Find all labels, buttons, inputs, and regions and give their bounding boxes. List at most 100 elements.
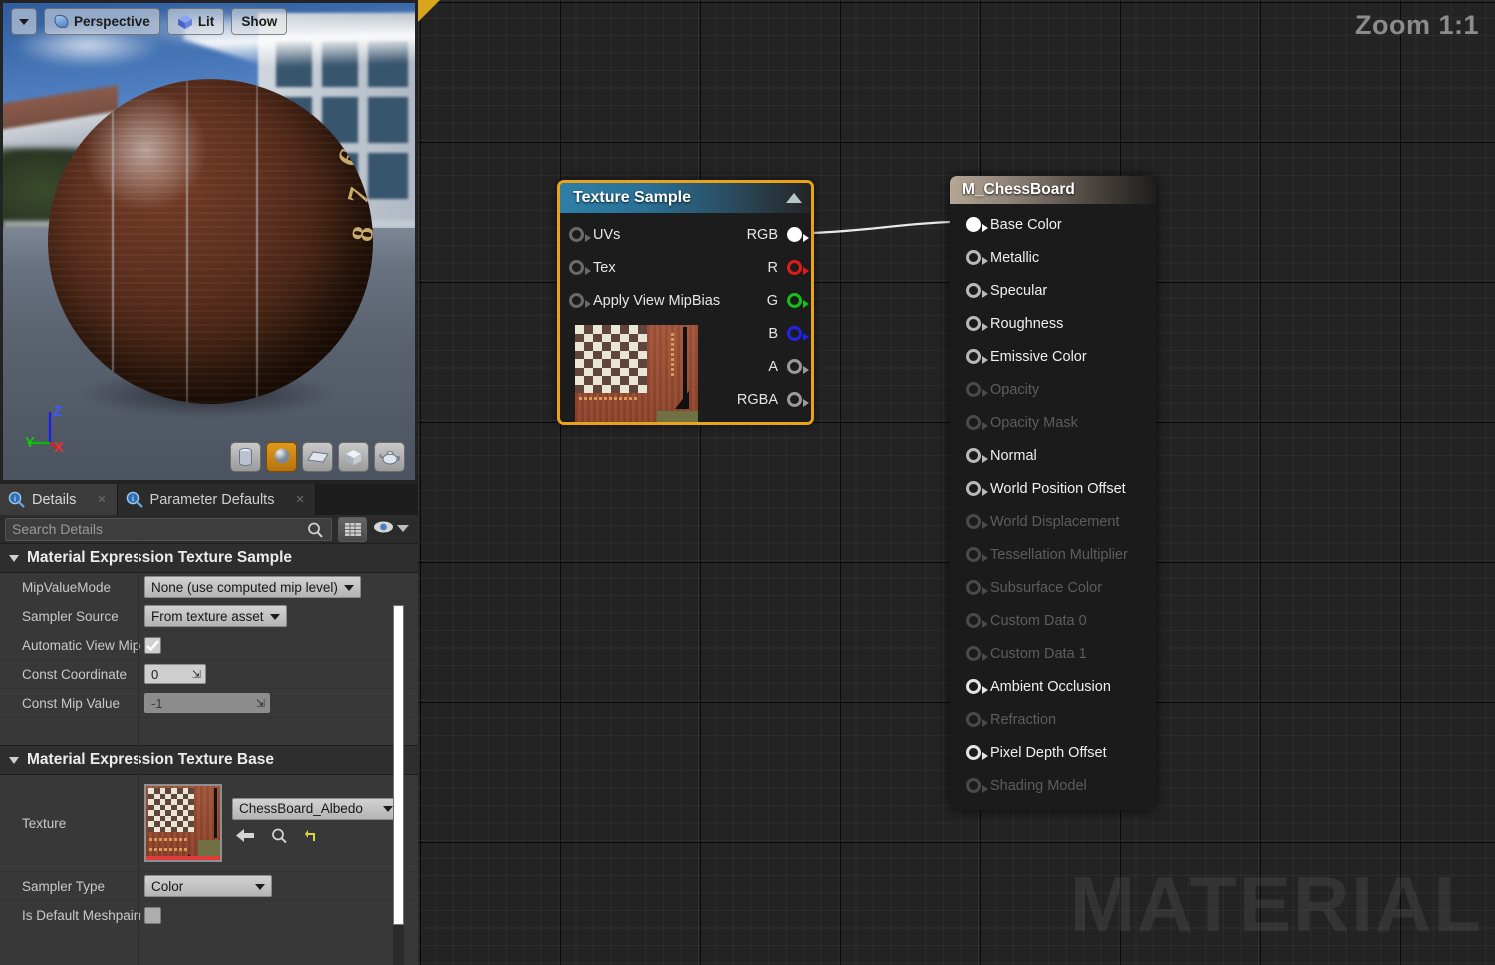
property-row-is-default-meshpaint[interactable]: Is Default Meshpaint (0, 901, 418, 930)
mat-row-metallic[interactable]: Metallic (950, 241, 1156, 274)
mat-label-metallic: Metallic (990, 249, 1040, 266)
property-row-sampler-source[interactable]: Sampler Source From texture asset (0, 602, 418, 631)
eye-icon[interactable] (373, 520, 394, 539)
is-default-meshpaint-checkbox[interactable] (144, 906, 161, 924)
mipvaluemode-dropdown[interactable]: None (use computed mip level) (144, 576, 361, 598)
property-row-automatic-view-mip[interactable]: Automatic View Mip (0, 631, 418, 660)
mat-row-world-position-offset[interactable]: World Position Offset (950, 472, 1156, 505)
automatic-view-mip-checkbox[interactable] (144, 636, 161, 654)
property-label-texture: Texture (22, 815, 67, 831)
node-material-titlebar[interactable]: M_ChessBoard (950, 176, 1156, 204)
details-properties-list[interactable]: Material Expression Texture Sample MipVa… (0, 543, 418, 965)
property-row-const-coordinate[interactable]: Const Coordinate 0 ⇲ (0, 660, 418, 689)
graph-corner-marker (418, 0, 440, 22)
preview-shape-teapot-button[interactable] (374, 442, 405, 472)
viewport-perspective-button[interactable]: Perspective (44, 8, 160, 35)
mat-row-roughness[interactable]: Roughness (950, 307, 1156, 340)
node-texture-sample[interactable]: Texture Sample UVs RGB Tex R Apply View … (557, 180, 814, 425)
details-scrollbar-thumb[interactable] (393, 605, 404, 925)
preview-shape-cylinder-button[interactable] (230, 442, 261, 472)
mat-row-normal[interactable]: Normal (950, 439, 1156, 472)
node-texture-sample-body: UVs RGB Tex R Apply View MipBias G B A R… (560, 213, 811, 422)
input-pin-world-position-offset[interactable] (966, 481, 988, 496)
spinner-icon[interactable]: ⇲ (192, 668, 201, 681)
preview-shape-sphere-button[interactable] (266, 442, 297, 472)
mat-label-world-displacement: World Displacement (990, 513, 1120, 530)
input-pin-normal[interactable] (966, 448, 988, 463)
input-pin-ambient-occlusion[interactable] (966, 679, 988, 694)
mat-row-specular[interactable]: Specular (950, 274, 1156, 307)
mat-row-emissive-color[interactable]: Emissive Color (950, 340, 1156, 373)
chevron-down-icon[interactable] (397, 520, 409, 538)
mat-label-ambient-occlusion: Ambient Occlusion (990, 678, 1111, 695)
texture-thumbnail[interactable] (144, 784, 222, 862)
tab-parameter-defaults[interactable]: i Parameter Defaults ✕ (117, 484, 316, 515)
mat-row-base-color[interactable]: Base Color (950, 208, 1156, 241)
viewport-lit-button[interactable]: Lit (166, 8, 225, 35)
input-pin-pixel-depth-offset[interactable] (966, 745, 988, 760)
input-pin-specular[interactable] (966, 283, 988, 298)
tab-parameter-defaults-label: Parameter Defaults (149, 491, 275, 508)
texture-asset-picker[interactable]: ChessBoard_Albedo (232, 797, 400, 820)
preview-mesh-sphere[interactable]: 6 7 8 (48, 79, 373, 404)
gizmo-x-label: X (54, 439, 65, 456)
viewport-perspective-label: Perspective (74, 14, 150, 29)
material-graph-canvas[interactable]: Zoom 1:1 MATERIAL Texture Sample UVs RGB (418, 0, 1495, 965)
output-pin-rgba[interactable] (787, 392, 809, 407)
input-pin-base-color[interactable] (966, 217, 988, 232)
const-mip-value-value: -1 (151, 695, 163, 711)
preview-shape-plane-button[interactable] (302, 442, 333, 472)
caret-down-icon (19, 18, 29, 25)
section-header-material-expression-texture-base[interactable]: Material Expression Texture Base (0, 745, 418, 775)
section-header-material-expression-texture-sample[interactable]: Material Expression Texture Sample (0, 543, 418, 573)
property-row-const-mip-value[interactable]: Const Mip Value -1 ⇲ (0, 689, 418, 718)
mat-row-ambient-occlusion[interactable]: Ambient Occlusion (950, 670, 1156, 703)
back-arrow-icon[interactable] (236, 828, 255, 848)
property-label-const-coordinate: Const Coordinate (22, 666, 128, 682)
output-pin-rgb[interactable] (787, 227, 809, 242)
mat-row-pixel-depth-offset[interactable]: Pixel Depth Offset (950, 736, 1156, 769)
output-pin-a[interactable] (787, 359, 809, 374)
graph-zoom-label: Zoom 1:1 (1354, 10, 1479, 40)
property-row-mipvaluemode[interactable]: MipValueMode None (use computed mip leve… (0, 573, 418, 602)
search-input[interactable]: Search Details (5, 517, 332, 541)
property-row-texture[interactable]: Texture ChessBoard_Albedo (0, 775, 418, 872)
property-row-sampler-type[interactable]: Sampler Type Color (0, 872, 418, 901)
node-texture-sample-titlebar[interactable]: Texture Sample (560, 183, 811, 213)
close-icon[interactable]: ✕ (97, 493, 106, 506)
output-pin-b[interactable] (787, 326, 809, 341)
pin-row-apply-view-mipbias[interactable]: Apply View MipBias G (560, 284, 811, 317)
pin-row-tex[interactable]: Tex R (560, 251, 811, 284)
tab-details-label: Details (32, 491, 77, 508)
input-pin-emissive-color[interactable] (966, 349, 988, 364)
input-pin-uvs[interactable] (569, 227, 591, 242)
sampler-source-dropdown[interactable]: From texture asset (144, 605, 287, 627)
reset-arrow-icon[interactable] (304, 829, 318, 848)
preview-shape-cube-button[interactable] (338, 442, 369, 472)
expand-triangle-icon[interactable] (9, 554, 19, 562)
input-pin-apply-view-mipbias[interactable] (569, 293, 591, 308)
const-mip-value-input: -1 ⇲ (144, 693, 270, 713)
material-preview-viewport[interactable]: 6 7 8 Perspective Lit Show Z Y X (3, 3, 415, 480)
const-coordinate-value: 0 (151, 666, 159, 682)
const-coordinate-input[interactable]: 0 ⇲ (144, 664, 206, 684)
viewport-options-button[interactable] (11, 8, 37, 35)
viewport-show-button[interactable]: Show (231, 8, 288, 35)
node-material-output[interactable]: M_ChessBoard Base Color Metallic Specula… (950, 176, 1156, 810)
sampler-type-dropdown[interactable]: Color (144, 875, 272, 897)
grid-view-icon[interactable] (338, 516, 367, 542)
view-options[interactable] (373, 520, 413, 539)
expand-triangle-icon[interactable] (9, 756, 19, 764)
tab-details[interactable]: i Details ✕ (0, 484, 118, 515)
pin-row-uvs[interactable]: UVs RGB (560, 218, 811, 251)
close-icon[interactable]: ✕ (295, 493, 304, 506)
search-placeholder: Search Details (12, 521, 104, 537)
input-pin-tex[interactable] (569, 260, 591, 275)
output-pin-r[interactable] (787, 260, 809, 275)
collapse-triangle-icon[interactable] (786, 193, 802, 203)
left-panel: 6 7 8 Perspective Lit Show Z Y X i Detai… (0, 0, 418, 965)
input-pin-roughness[interactable] (966, 316, 988, 331)
output-pin-g[interactable] (787, 293, 809, 308)
browse-magnifier-icon[interactable] (271, 828, 288, 849)
input-pin-metallic[interactable] (966, 250, 988, 265)
